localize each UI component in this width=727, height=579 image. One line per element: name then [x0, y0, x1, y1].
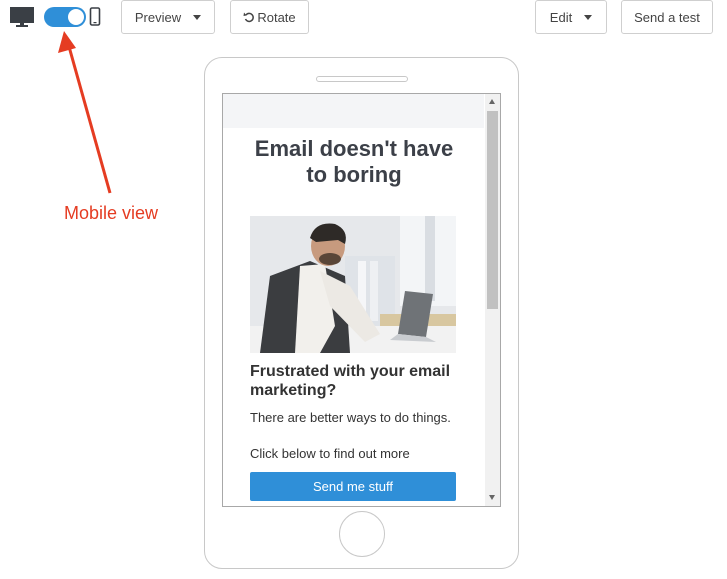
edit-label: Edit: [549, 9, 573, 25]
send-test-label: Send a test: [634, 9, 700, 25]
rotate-ccw-icon: [243, 11, 255, 23]
email-preview-screen[interactable]: Email doesn't have to boring Frustrated …: [222, 93, 501, 507]
preview-label: Preview: [134, 9, 182, 25]
mobile-view-icon[interactable]: [89, 7, 101, 27]
email-headline: Email doesn't have to boring: [254, 136, 454, 187]
hero-image: [250, 216, 456, 353]
email-body-line-1: There are better ways to do things.: [250, 410, 451, 425]
email-body-line-2: Click below to find out more: [250, 446, 410, 461]
chevron-down-icon: [193, 14, 202, 20]
rotate-label: Rotate: [257, 9, 296, 25]
scroll-down-arrow-icon[interactable]: [489, 495, 495, 500]
phone-speaker: [316, 76, 408, 82]
scroll-up-arrow-icon[interactable]: [489, 99, 495, 104]
vertical-scrollbar[interactable]: [485, 94, 500, 506]
annotation-mobile-view-label: Mobile view: [64, 203, 159, 223]
toggle-knob: [68, 9, 84, 25]
chevron-down-icon: [584, 14, 593, 20]
scrollbar-thumb[interactable]: [487, 111, 498, 309]
preview-dropdown-button[interactable]: Preview: [121, 0, 215, 34]
send-me-stuff-button[interactable]: Send me stuff: [250, 472, 456, 501]
email-subheadline: Frustrated with your email marketing?: [250, 363, 451, 399]
phone-home-button: [339, 511, 385, 557]
send-test-button[interactable]: Send a test: [621, 0, 713, 34]
rotate-button[interactable]: Rotate: [230, 0, 309, 34]
email-header-band: [223, 94, 484, 128]
view-mode-toggle[interactable]: [44, 7, 86, 27]
desktop-view-icon[interactable]: [10, 7, 34, 29]
annotation-arrow: [58, 31, 112, 194]
edit-dropdown-button[interactable]: Edit: [535, 0, 607, 34]
